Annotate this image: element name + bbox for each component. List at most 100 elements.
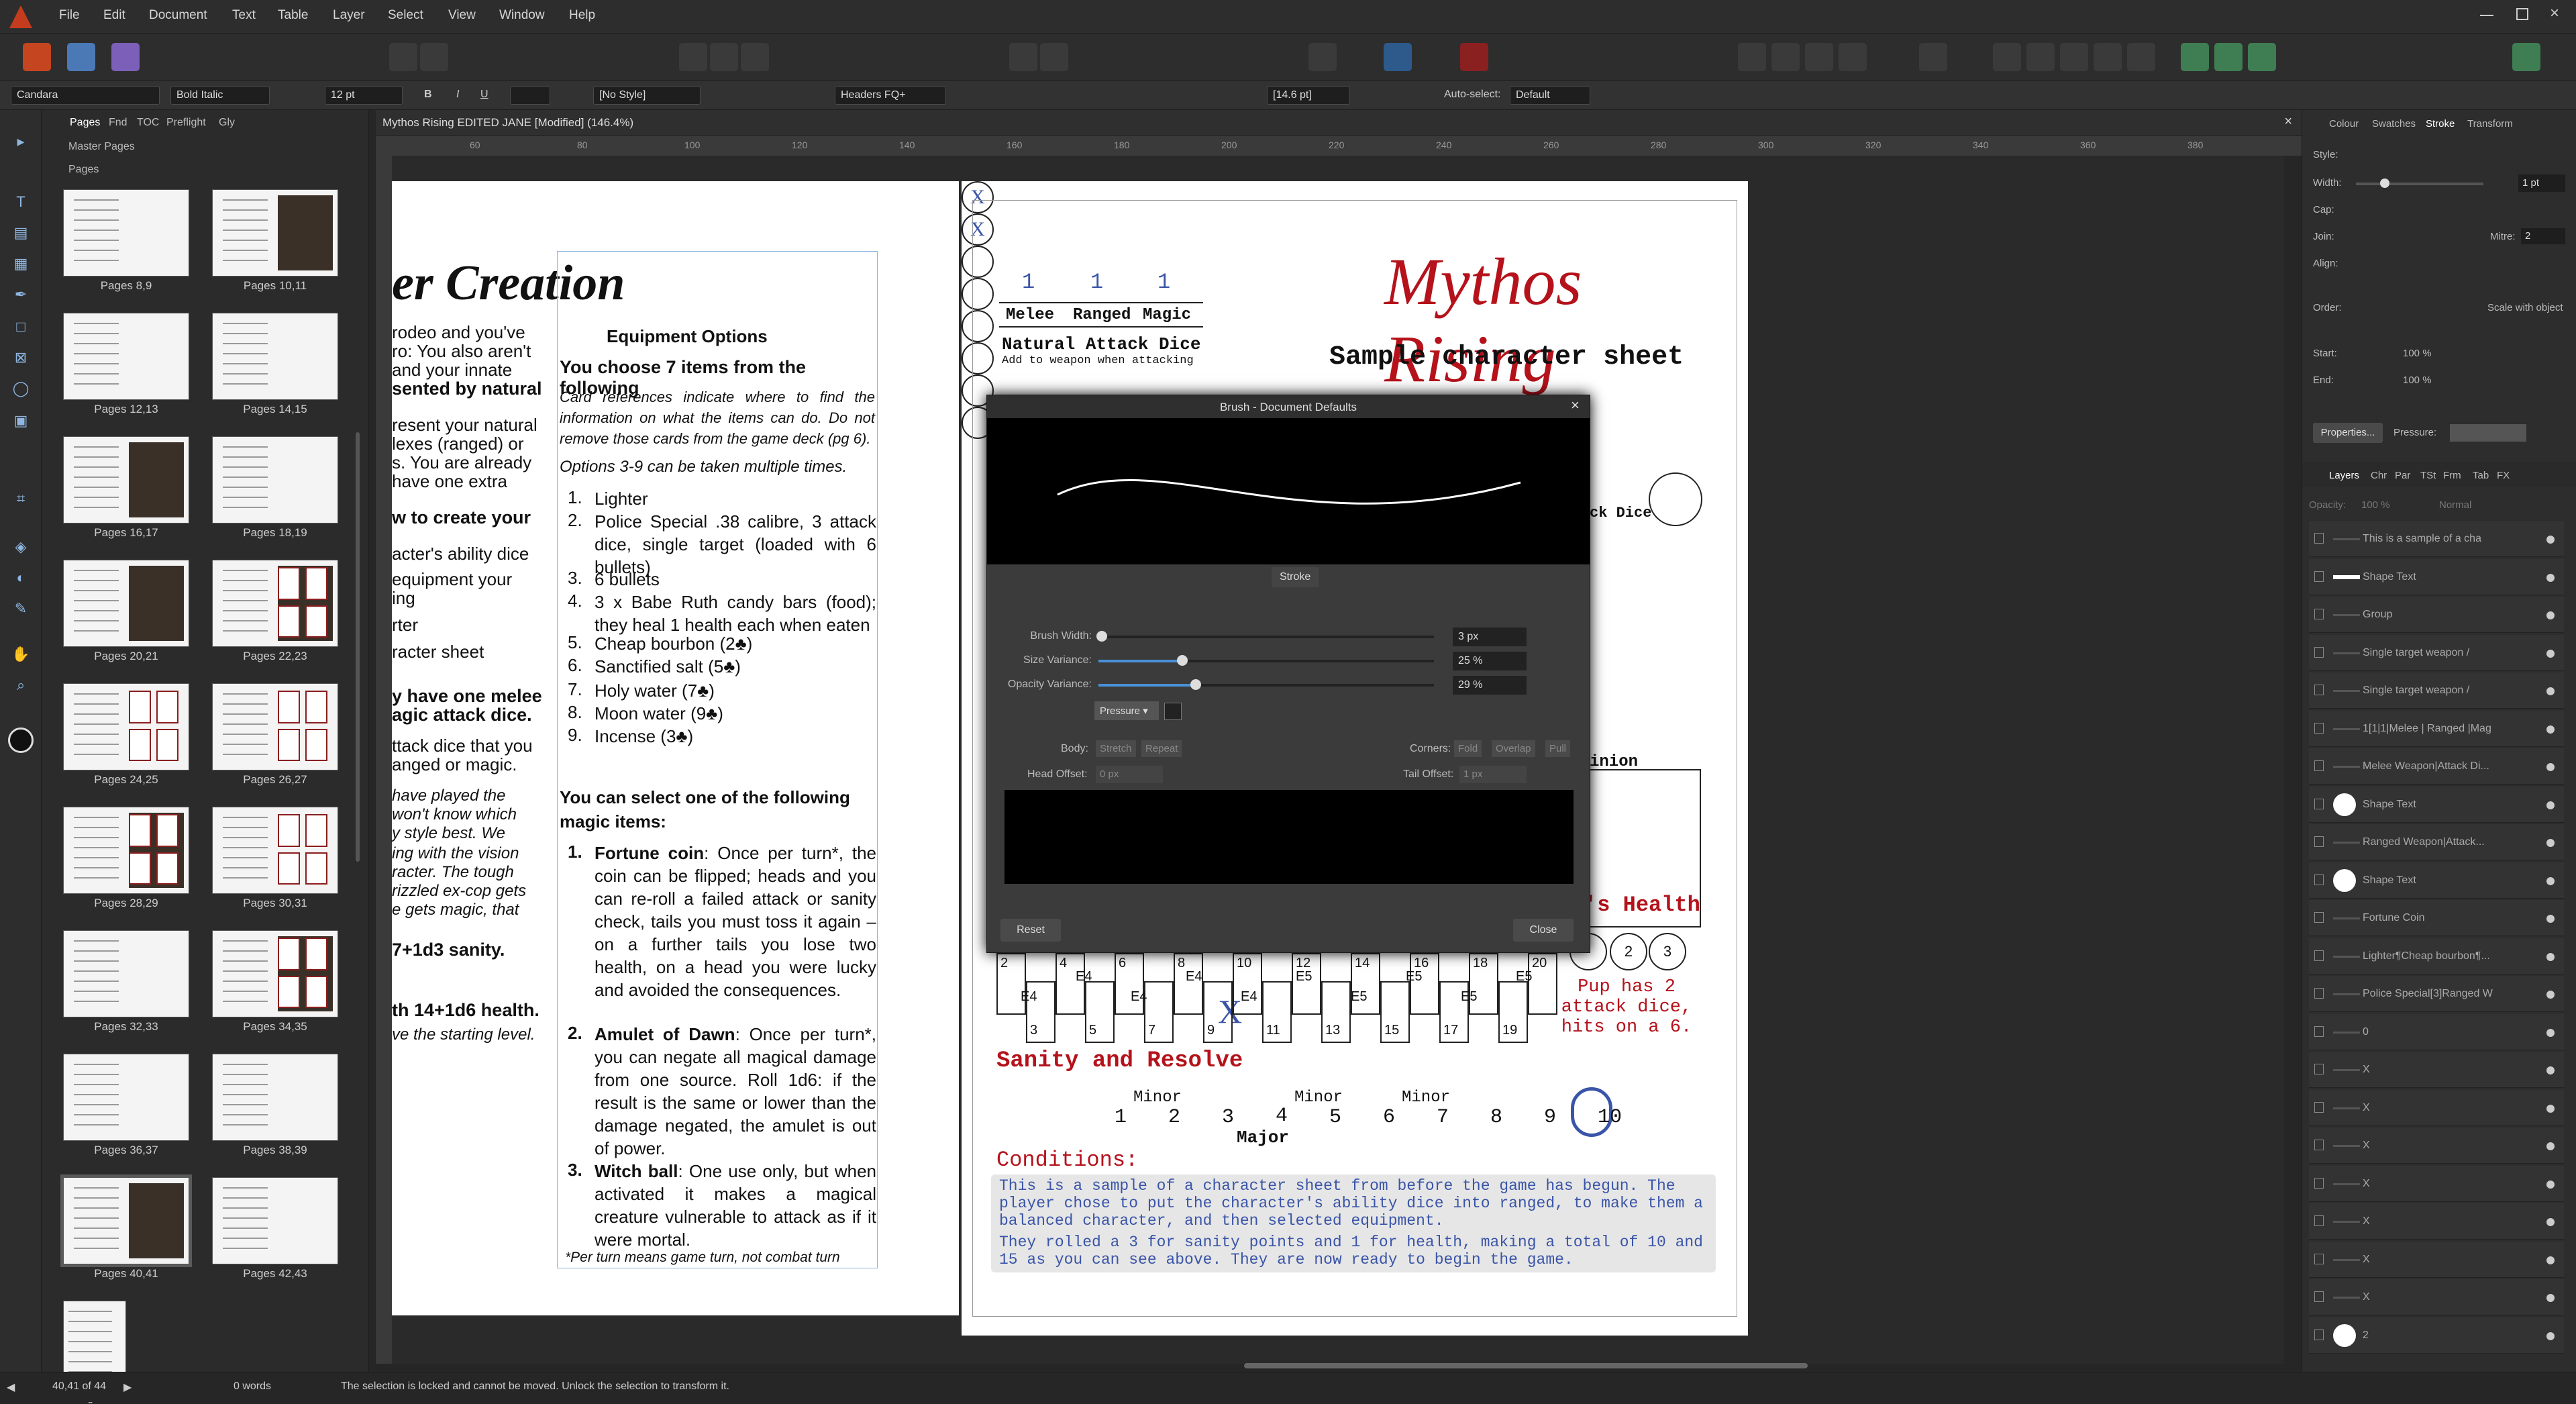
page-thumbnail[interactable] [212,807,338,894]
menu-text[interactable]: Text [232,8,256,23]
toolbar-button-16[interactable] [2094,43,2122,71]
brush-width-slider[interactable] [1096,631,1434,642]
opacity-value[interactable]: 100 % [2361,499,2390,511]
layer-visibility-icon[interactable] [2546,573,2555,582]
toolbar-button-10[interactable] [1805,43,1833,71]
page-thumbnail[interactable] [212,313,338,400]
toolbar-button-5[interactable] [741,43,769,71]
layer-row[interactable]: Lighter¶Cheap bourbon¶... [2309,938,2564,974]
transparency-tool-icon[interactable]: ◐ [9,566,32,589]
layer-visibility-icon[interactable] [2546,763,2555,771]
layer-row[interactable]: Group [2309,597,2564,633]
page-thumbnail[interactable] [212,1177,338,1264]
start-pct[interactable]: 100 % [2403,348,2432,359]
layer-row[interactable]: X [2309,1127,2564,1164]
layer-lock-icon[interactable] [2314,1025,2324,1037]
layer-row[interactable]: Shape Text [2309,786,2564,823]
prev-page-icon[interactable]: ◀ [7,1381,15,1394]
layer-lock-icon[interactable] [2314,722,2324,734]
mitre-field[interactable]: 2 [2521,228,2565,244]
page-thumbnail[interactable] [63,683,189,770]
tab-layers[interactable]: Layers [2329,470,2359,481]
page-thumbnail[interactable] [63,436,189,523]
toolbar-button-4[interactable] [710,43,738,71]
tab-character[interactable]: Chr [2371,470,2387,481]
menu-view[interactable]: View [448,8,476,23]
autoselect-field[interactable]: Default [1510,86,1590,105]
document-tab[interactable]: Mythos Rising EDITED JANE [Modified] (14… [376,110,2302,136]
italic-button[interactable]: I [456,89,459,101]
layer-lock-icon[interactable] [2314,798,2324,809]
tab-pages[interactable]: Pages [70,117,100,129]
photo-persona-icon[interactable] [67,43,95,71]
account-icon[interactable] [2512,43,2540,71]
master-pages-label[interactable]: Master Pages [68,141,135,153]
toolbar-button-7[interactable] [1040,43,1068,71]
body-stretch-button[interactable]: Stretch [1096,740,1136,757]
artistic-text-tool-icon[interactable]: T [9,191,32,213]
toolbar-button-12[interactable] [1919,43,1947,71]
stroke-width-handle[interactable] [2380,179,2389,188]
tab-preflight[interactable]: Preflight [166,117,206,129]
end-pct[interactable]: 100 % [2403,374,2432,386]
resource-icon[interactable] [2248,43,2276,71]
toolbar-button-1[interactable] [389,43,417,71]
layer-lock-icon[interactable] [2314,874,2324,885]
layer-lock-icon[interactable] [2314,1291,2324,1302]
toolbar-button-15[interactable] [2060,43,2088,71]
layer-lock-icon[interactable] [2314,988,2324,999]
layer-row[interactable]: Melee Weapon|Attack Di... [2309,748,2564,785]
tab-colour[interactable]: Colour [2329,118,2359,130]
layer-row[interactable]: 2 [2309,1317,2564,1354]
tab-transform[interactable]: Transform [2467,118,2513,130]
character-style-field[interactable]: Headers FQ+ [835,86,946,105]
next-page-icon[interactable]: ▶ [123,1381,132,1394]
toolbar-button-17[interactable] [2127,43,2155,71]
table-tool-icon[interactable]: ▦ [9,252,32,275]
corner-fold-button[interactable]: Fold [1454,740,1482,757]
tab-glyphs[interactable]: Gly [219,117,235,129]
tab-frame[interactable]: Frm [2443,470,2461,481]
layer-visibility-icon[interactable] [2546,1066,2555,1074]
layer-lock-icon[interactable] [2314,685,2324,695]
opacity-variance-handle[interactable] [1190,679,1201,690]
color-picker-tool-icon[interactable]: ✎ [9,597,32,620]
pressure-curve-field[interactable] [2450,424,2526,442]
toolbar-button-8[interactable] [1738,43,1766,71]
maximize-button[interactable] [2516,8,2528,20]
page-thumbnail[interactable] [63,930,189,1017]
app-logo-icon[interactable] [9,5,32,28]
toolbar-button-11[interactable] [1839,43,1867,71]
tab-swatches[interactable]: Swatches [2372,118,2416,130]
preview-mode-icon[interactable] [1384,43,1412,71]
layer-lock-icon[interactable] [2314,570,2324,582]
underline-button[interactable]: U [480,89,488,101]
frame-text-tool-icon[interactable]: ▤ [9,221,32,244]
menu-document[interactable]: Document [149,8,207,23]
tab-stroke[interactable]: Stroke [1272,567,1319,587]
layer-row[interactable]: Ranged Weapon|Attack... [2309,824,2564,860]
brush-width-field[interactable]: 3 px [1453,628,1527,646]
hand-tool-icon[interactable]: ✋ [9,643,32,666]
page-thumbnail[interactable] [212,930,338,1017]
layer-row[interactable]: X [2309,1052,2564,1088]
blend-mode[interactable]: Normal [2439,499,2471,511]
layer-visibility-icon[interactable] [2546,839,2555,847]
color-swatch-icon[interactable] [8,728,34,753]
horizontal-scrollbar[interactable] [1244,1363,1808,1368]
stroke-width-slider[interactable] [2356,179,2483,188]
publisher-persona-icon[interactable] [23,43,51,71]
page-thumbnail[interactable] [60,1174,192,1267]
layer-visibility-icon[interactable] [2546,1142,2555,1150]
layer-row[interactable]: This is a sample of a cha [2309,521,2564,557]
close-window-icon[interactable]: × [2550,4,2559,23]
snapping-icon[interactable] [1308,43,1337,71]
menu-edit[interactable]: Edit [103,8,125,23]
text-color-field[interactable] [510,86,550,105]
layer-lock-icon[interactable] [2314,1064,2324,1074]
scale-with-object-label[interactable]: Scale with object [2487,302,2563,313]
toolbar-button-6[interactable] [1009,43,1037,71]
layer-lock-icon[interactable] [2314,1253,2324,1264]
layer-row[interactable]: X [2309,1165,2564,1202]
page-thumbnail[interactable] [212,1054,338,1141]
